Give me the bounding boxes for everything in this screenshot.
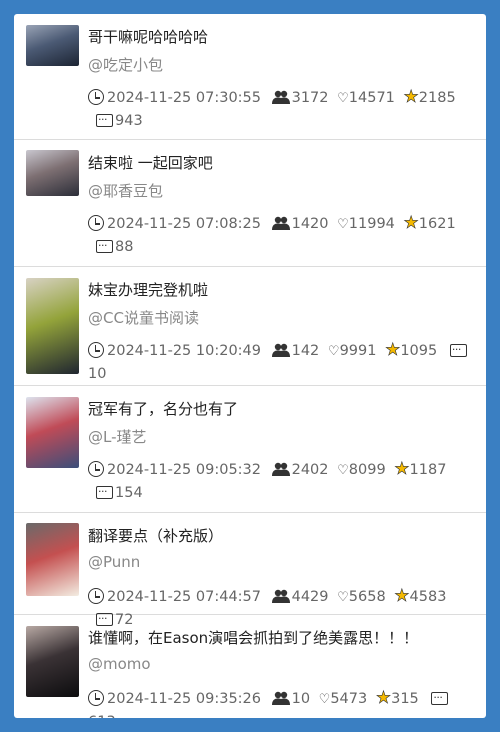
post-stats: 2024-11-25 07:30:55 3172 ♡14571 ★2185 94…	[88, 86, 476, 133]
clock-icon	[88, 461, 104, 477]
post-card[interactable]: 结束啦 一起回家吧 @耶香豆包 2024-11-25 07:08:25 1420 ♡…	[14, 140, 486, 267]
post-thumbnail[interactable]	[26, 397, 79, 468]
like-count: 5473	[330, 691, 368, 707]
post-time: 2024-11-25 07:30:55	[107, 90, 261, 106]
post-thumbnail[interactable]	[26, 150, 79, 196]
comment-count: 88	[115, 239, 134, 255]
users-icon	[271, 89, 290, 104]
comment-icon	[96, 108, 113, 131]
post-author[interactable]: @CC说童书阅读	[88, 307, 199, 328]
post-title[interactable]: 谁懂啊，在Eason演唱会抓拍到了绝美露思！！！	[88, 627, 418, 648]
users-icon	[271, 215, 290, 230]
clock-icon	[88, 215, 104, 231]
post-time: 2024-11-25 07:44:57	[107, 589, 261, 605]
post-title[interactable]: 结束啦 一起回家吧	[88, 152, 213, 173]
post-thumbnail[interactable]	[26, 523, 79, 596]
clock-icon	[88, 89, 104, 105]
users-icon	[271, 342, 290, 357]
clock-icon	[88, 588, 104, 604]
view-count: 10	[291, 691, 311, 707]
post-feed: 哥干嘛呢哈哈哈哈 @吃定小包 2024-11-25 07:30:55 3172 ♡1…	[14, 14, 486, 718]
comment-icon	[431, 686, 449, 709]
like-count: 8099	[348, 462, 386, 478]
post-thumbnail[interactable]	[26, 25, 79, 66]
like-count: 11994	[348, 216, 395, 232]
view-count: 2402	[291, 462, 329, 478]
post-title[interactable]: 哥干嘛呢哈哈哈哈	[88, 26, 208, 47]
view-count: 3172	[291, 90, 329, 106]
comment-count: 943	[115, 113, 143, 129]
heart-icon: ♡	[337, 590, 349, 605]
star-icon: ★	[403, 213, 419, 234]
star-icon: ★	[403, 87, 419, 108]
comment-count: 10	[88, 366, 107, 382]
view-count: 142	[291, 343, 320, 359]
post-thumbnail[interactable]	[26, 626, 79, 697]
star-icon: ★	[394, 586, 410, 607]
post-card[interactable]: 冠军有了，名分也有了 @L-瑾艺 2024-11-25 09:05:32 2402 …	[14, 386, 486, 513]
view-count: 1420	[291, 216, 329, 232]
users-icon	[271, 588, 290, 603]
comment-icon	[449, 338, 467, 361]
post-card[interactable]: 哥干嘛呢哈哈哈哈 @吃定小包 2024-11-25 07:30:55 3172 ♡1…	[14, 14, 486, 140]
heart-icon: ♡	[327, 344, 340, 359]
post-time: 2024-11-25 09:35:26	[107, 691, 261, 707]
post-author[interactable]: @吃定小包	[88, 54, 163, 75]
heart-icon: ♡	[318, 692, 331, 707]
comment-count: 154	[115, 485, 143, 501]
star-icon: ★	[375, 688, 392, 709]
star-count: 315	[391, 691, 419, 707]
like-count: 5658	[348, 589, 386, 605]
star-count: 4583	[409, 589, 447, 605]
comment-icon	[96, 480, 113, 503]
star-count: 1187	[409, 462, 447, 478]
post-author[interactable]: @Punn	[88, 553, 140, 571]
post-title[interactable]: 翻译要点（补充版）	[88, 525, 223, 546]
post-card[interactable]: 妹宝办理完登机啦 @CC说童书阅读 2024-11-25 10:20:49 142 …	[14, 267, 486, 386]
clock-icon	[88, 342, 104, 358]
post-author[interactable]: @momo	[88, 655, 151, 673]
heart-icon: ♡	[337, 463, 349, 478]
view-count: 4429	[291, 589, 329, 605]
star-icon: ★	[385, 340, 401, 361]
heart-icon: ♡	[337, 217, 349, 232]
post-thumbnail[interactable]	[26, 278, 79, 374]
post-author[interactable]: @耶香豆包	[88, 180, 163, 201]
post-title[interactable]: 冠军有了，名分也有了	[88, 398, 238, 419]
star-count: 1095	[400, 343, 438, 359]
heart-icon: ♡	[337, 91, 349, 106]
star-count: 2185	[418, 90, 456, 106]
star-icon: ★	[394, 459, 410, 480]
comment-icon	[96, 234, 113, 257]
like-count: 9991	[339, 343, 377, 359]
comment-count: 613	[88, 714, 116, 718]
post-card[interactable]: 谁懂啊，在Eason演唱会抓拍到了绝美露思！！！ @momo 2024-11-25 …	[14, 615, 486, 718]
post-stats: 2024-11-25 09:35:26 10 ♡5473 ★315 613	[88, 686, 476, 718]
clock-icon	[88, 690, 104, 706]
star-count: 1621	[418, 216, 456, 232]
post-time: 2024-11-25 10:20:49	[107, 343, 261, 359]
post-stats: 2024-11-25 09:05:32 2402 ♡8099 ★1187 154	[88, 458, 476, 505]
post-stats: 2024-11-25 10:20:49 142 ♡9991 ★1095 10	[88, 338, 476, 386]
like-count: 14571	[348, 90, 395, 106]
post-time: 2024-11-25 09:05:32	[107, 462, 261, 478]
users-icon	[271, 690, 290, 705]
post-title[interactable]: 妹宝办理完登机啦	[88, 279, 208, 300]
post-card[interactable]: 翻译要点（补充版） @Punn 2024-11-25 07:44:57 4429 ♡…	[14, 513, 486, 630]
post-stats: 2024-11-25 07:08:25 1420 ♡11994 ★1621 88	[88, 212, 476, 259]
post-time: 2024-11-25 07:08:25	[107, 216, 261, 232]
users-icon	[271, 461, 290, 476]
post-author[interactable]: @L-瑾艺	[88, 426, 147, 447]
